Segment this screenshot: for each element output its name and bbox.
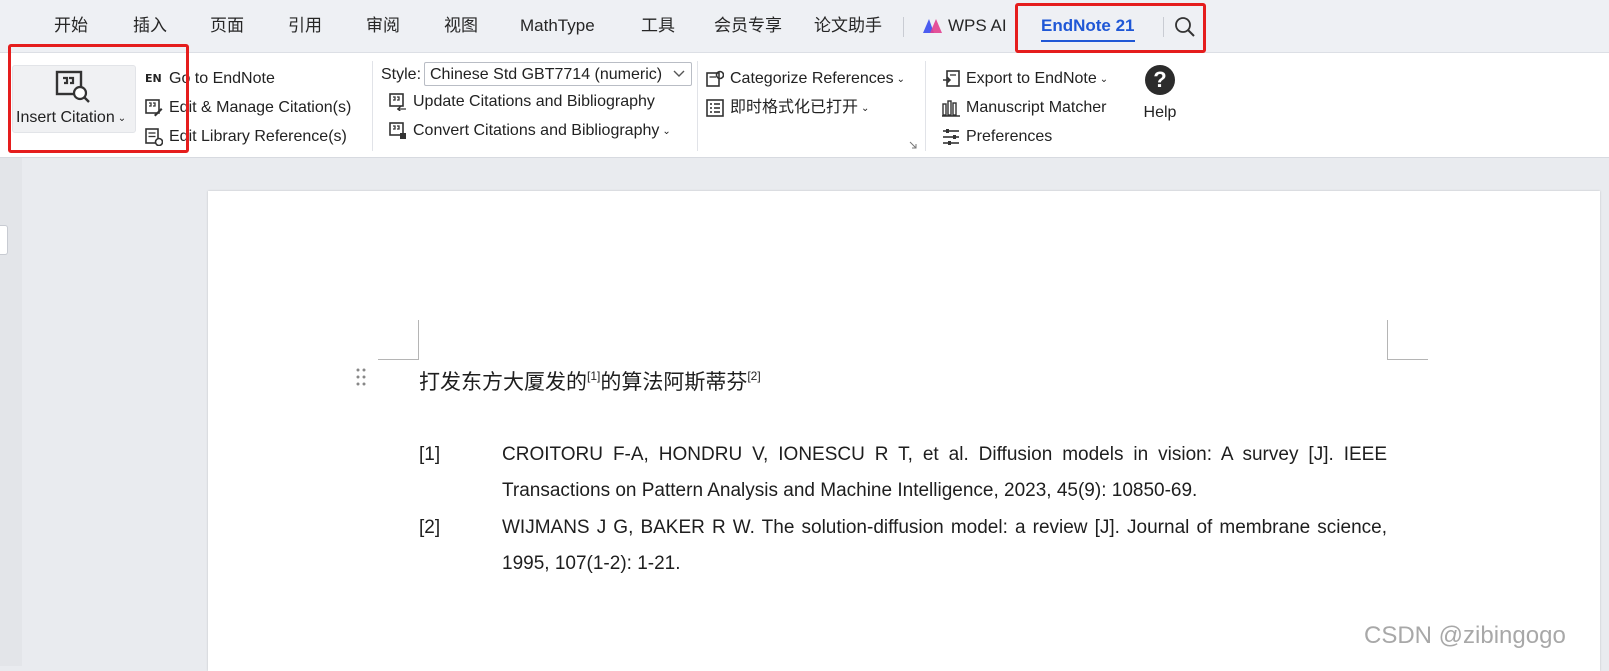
manuscript-matcher-icon — [942, 100, 960, 117]
insert-citation-icon — [55, 70, 90, 103]
reference-text: WIJMANS J G, BAKER R W. The solution-dif… — [502, 517, 1387, 574]
tab-view[interactable]: 视图 — [444, 14, 478, 38]
style-label: Style: — [381, 66, 422, 83]
style-dropdown-value: Chinese Std GBT7714 (numeric) — [430, 66, 663, 83]
chevron-down-icon: ⌄ — [896, 74, 906, 85]
citation-marker[interactable]: [2] — [747, 369, 760, 383]
convert-citations-icon — [389, 122, 406, 139]
help-button[interactable]: ? Help — [1130, 65, 1190, 127]
chevron-down-icon — [673, 70, 685, 77]
tab-page[interactable]: 页面 — [210, 14, 244, 38]
margin-marker — [1387, 320, 1388, 360]
citation-marker[interactable]: [1] — [587, 369, 600, 383]
chevron-down-icon: ⌄ — [861, 103, 870, 114]
side-panel-toggle[interactable] — [0, 225, 8, 255]
margin-marker — [1387, 359, 1428, 360]
tab-references[interactable]: 引用 — [288, 14, 322, 38]
tab-start[interactable]: 开始 — [54, 14, 88, 38]
endnote-ribbon: Insert Citation ⌄ EN Go to EndNote Edit &… — [0, 53, 1609, 158]
margin-marker — [378, 359, 419, 360]
group-divider — [697, 61, 698, 151]
categorize-icon — [706, 70, 724, 87]
reference-number: [2] — [419, 517, 441, 538]
group-divider — [925, 61, 926, 151]
reference-text: CROITORU F-A, HONDRU V, IONESCU R T, et … — [502, 444, 1387, 501]
edit-citation-icon — [145, 99, 163, 117]
chevron-down-icon: ⌄ — [1099, 74, 1109, 85]
group-divider — [372, 61, 373, 151]
insert-citation-label: Insert Citation ⌄ — [16, 109, 127, 126]
tab-tools[interactable]: 工具 — [641, 14, 675, 38]
tab-wps-ai[interactable]: WPS AI — [948, 14, 1007, 38]
tab-insert[interactable]: 插入 — [133, 14, 167, 38]
watermark: CSDN @zibingogo — [1364, 622, 1566, 649]
menu-tab-bar: 开始 插入 页面 引用 审阅 视图 MathType 工具 会员专享 论文助手 … — [0, 0, 1609, 53]
style-dropdown[interactable]: Chinese Std GBT7714 (numeric) — [424, 62, 692, 86]
menu-divider — [903, 17, 904, 37]
margin-marker — [418, 320, 419, 360]
tab-endnote[interactable]: EndNote 21 — [1041, 14, 1135, 42]
document-page[interactable] — [208, 191, 1600, 671]
tab-membership[interactable]: 会员专享 — [714, 14, 782, 38]
tab-mathtype[interactable]: MathType — [520, 14, 595, 38]
bibliography-entry[interactable]: [1] CROITORU F-A, HONDRU V, IONESCU R T,… — [419, 437, 1387, 509]
dialog-launcher-icon[interactable] — [909, 141, 917, 149]
insert-citation-button[interactable]: Insert Citation ⌄ — [12, 65, 136, 133]
chevron-down-icon: ⌄ — [117, 113, 127, 124]
menu-divider — [1163, 17, 1164, 37]
tab-thesis-assistant[interactable]: 论文助手 — [814, 14, 882, 38]
wps-ai-logo-icon — [923, 19, 942, 33]
document-paragraph[interactable]: 打发东方大厦发的[1]的算法阿斯蒂芬[2] — [419, 361, 761, 397]
search-icon[interactable] — [1174, 16, 1196, 38]
export-icon — [943, 70, 960, 87]
reference-number: [1] — [419, 444, 441, 465]
en-badge-icon: EN — [145, 72, 162, 85]
library-reference-icon — [145, 128, 163, 146]
chevron-down-icon: ⌄ — [662, 126, 671, 137]
instant-format-icon — [706, 99, 724, 117]
help-icon: ? — [1145, 65, 1175, 95]
tab-review[interactable]: 审阅 — [366, 14, 400, 38]
paragraph-drag-handle-icon[interactable] — [356, 368, 366, 386]
update-citations-icon — [389, 93, 406, 111]
bibliography-entry[interactable]: [2] WIJMANS J G, BAKER R W. The solution… — [419, 510, 1387, 582]
preferences-sliders-icon — [943, 129, 959, 145]
